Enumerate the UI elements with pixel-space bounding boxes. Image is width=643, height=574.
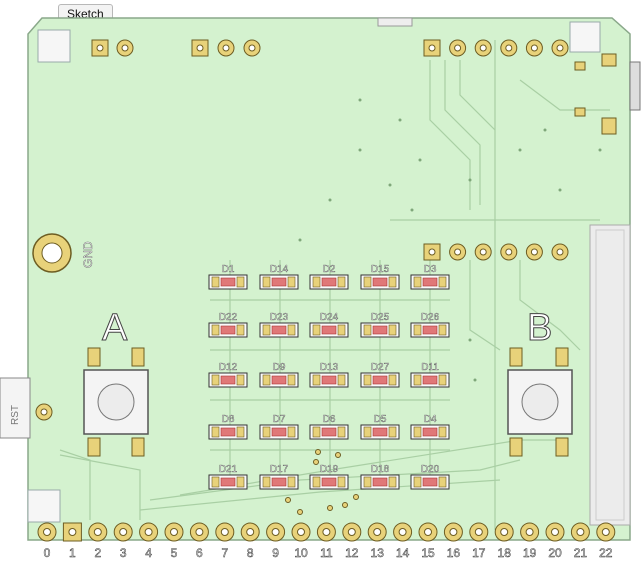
led-label: D27 [371,362,390,373]
pin-label: 22 [599,546,613,560]
pin-label: 17 [472,546,486,560]
gnd-label: GND [81,241,95,268]
pin-label: 1 [69,546,76,560]
led-label: D25 [371,312,390,323]
pin-label: 16 [447,546,461,560]
pin-label: 15 [421,546,435,560]
pin-6: 6 [189,522,209,560]
led-label: D6 [323,414,336,425]
corner-square-top-left [37,29,71,63]
pin-21: 21 [570,522,590,560]
led-label: D26 [421,312,440,323]
pin-10: 10 [291,522,311,560]
smd-pad-4 [574,107,586,117]
pin-3: 3 [113,522,133,560]
pin-15: 15 [418,522,438,560]
pin-19: 19 [520,522,540,560]
pin-18: 18 [494,522,514,560]
pin-17: 17 [469,522,489,560]
led-label: D19 [320,464,339,475]
pin-0: 0 [37,522,57,560]
led-label: D13 [320,362,339,373]
pin-label: 20 [548,546,562,560]
button-a-label: A [102,307,128,349]
pin-label: 8 [247,546,254,560]
led-label: D15 [371,264,390,275]
pin-label: 18 [498,546,512,560]
led-label: D21 [219,464,238,475]
smd-pad-2 [601,117,617,135]
side-connector [629,61,641,111]
pin-label: 4 [145,546,152,560]
pin-label: 3 [120,546,127,560]
pin-label: 10 [294,546,308,560]
pin-label: 2 [94,546,101,560]
led-label: D18 [371,464,390,475]
led-label: D8 [222,414,235,425]
led-label: D24 [320,312,339,323]
pcb-board: GND RST A B D1 D14 D2 D15 D3 D22 D23 D24 D25 D26 D… [0,17,641,560]
pin-label: 9 [272,546,279,560]
pin-5: 5 [164,522,184,560]
led-label: D12 [219,362,238,373]
top-notch [377,17,413,27]
left-component-label: RST [10,405,21,425]
pin-label: 7 [221,546,228,560]
pin-label: 21 [574,546,588,560]
pin-label: 14 [396,546,410,560]
pin-7: 7 [215,522,235,560]
led-label: D14 [270,264,289,275]
pin-12: 12 [342,522,362,560]
smd-pad-3 [574,61,586,71]
pin-9: 9 [266,522,286,560]
led-label: D17 [270,464,289,475]
pin-20: 20 [545,522,565,560]
pin-1: 1 [62,522,82,560]
led-label: D23 [270,312,289,323]
pin-14: 14 [393,522,413,560]
led-label: D3 [424,264,437,275]
led-label: D20 [421,464,440,475]
smd-pad-1 [601,53,617,67]
pin-label: 6 [196,546,203,560]
pin-label: 11 [320,546,333,560]
pin-2: 2 [88,522,108,560]
pin-label: 0 [44,546,51,560]
pin-22: 22 [596,522,616,560]
led-label: D9 [273,362,286,373]
pin-13: 13 [367,522,387,560]
pin-4: 4 [139,522,159,560]
led-label: D1 [222,264,235,275]
led-label: D11 [421,362,439,373]
led-label: D7 [273,414,286,425]
pin-8: 8 [240,522,260,560]
pin-16: 16 [443,522,463,560]
corner-square-top-right [569,21,601,53]
pin-label: 13 [371,546,385,560]
led-label: D2 [323,264,336,275]
pin-label: 5 [171,546,178,560]
led-label: D4 [424,414,437,425]
led-label: D5 [374,414,387,425]
pin-11: 11 [316,522,336,560]
led-label: D22 [219,312,238,323]
bottom-pin-header: 0 1 2 3 4 5 6 7 8 9 10 11 12 13 14 15 16 17 18 19 20 21 22 [37,522,616,560]
pin-label: 19 [523,546,537,560]
button-b-label: B [527,307,552,349]
pin-label: 12 [345,546,359,560]
corner-square-bottom-left [27,489,61,523]
